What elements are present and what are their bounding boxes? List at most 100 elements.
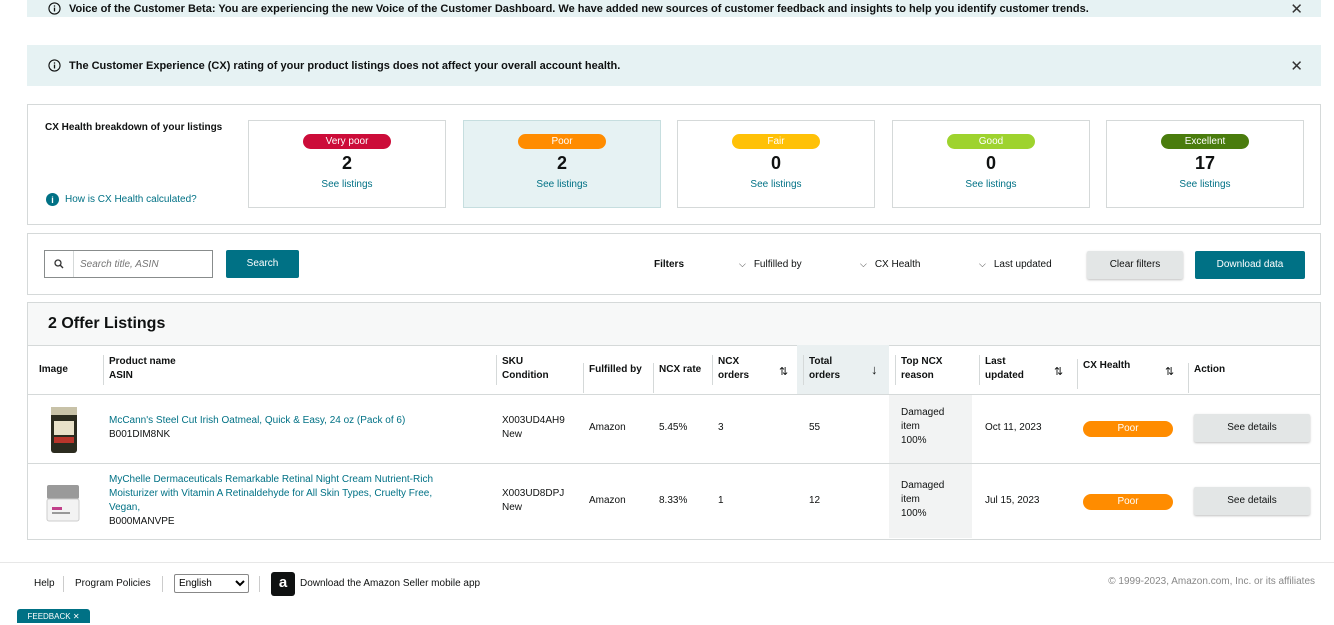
cx-health-label: CX Health bbox=[874, 259, 921, 270]
download-app-link[interactable]: Download the Amazon Seller mobile app bbox=[300, 578, 480, 589]
header-cx-health: CX Health bbox=[1076, 359, 1131, 389]
last-updated-label: Last updated bbox=[993, 259, 1052, 270]
top-ncx-reason: Damaged item 100% bbox=[901, 406, 944, 448]
fair-count: 0 bbox=[770, 153, 781, 173]
top-ncx-reason: Damaged item 100% bbox=[901, 479, 944, 521]
language-select[interactable]: English bbox=[174, 574, 249, 593]
see-listings-link[interactable]: See listings bbox=[893, 179, 1089, 190]
footer-divider bbox=[259, 576, 260, 592]
reason-percent: 100% bbox=[901, 508, 927, 519]
see-details-button[interactable]: See details bbox=[1194, 414, 1310, 442]
cx-note-text: The Customer Experience (CX) rating of y… bbox=[69, 59, 621, 72]
card-very-poor[interactable]: Very poor 2 See listings bbox=[248, 120, 446, 208]
fair-pill: Fair bbox=[732, 134, 820, 149]
header-asin-label: ASIN bbox=[109, 370, 133, 381]
header-condition-label: Condition bbox=[502, 370, 549, 381]
fulfilled-by: Amazon bbox=[589, 495, 626, 506]
condition: New bbox=[502, 429, 523, 440]
close-icon[interactable]: ✕ bbox=[1290, 57, 1303, 75]
copyright: © 1999-2023, Amazon.com, Inc. or its aff… bbox=[1108, 576, 1315, 587]
search-button[interactable]: Search bbox=[226, 250, 299, 278]
condition: New bbox=[502, 502, 523, 513]
header-sku-label: SKU bbox=[502, 356, 524, 367]
card-good[interactable]: Good 0 See listings bbox=[892, 120, 1090, 208]
ncx-orders: 1 bbox=[718, 495, 724, 506]
row-divider bbox=[28, 463, 1320, 464]
asin: B000MANVPE bbox=[109, 516, 175, 527]
see-listings-link[interactable]: See listings bbox=[1107, 179, 1303, 190]
cx-health-badge: Poor bbox=[1083, 421, 1173, 437]
good-pill: Good bbox=[947, 134, 1035, 149]
search-input[interactable] bbox=[74, 257, 212, 271]
filter-bar: Search Filters ⌵ Fulfilled by ⌵ CX Healt… bbox=[27, 233, 1321, 295]
see-listings-link[interactable]: See listings bbox=[249, 179, 445, 190]
header-product-name: Product name ASIN bbox=[103, 355, 176, 385]
footer-divider bbox=[162, 576, 163, 592]
clear-filters-button[interactable]: Clear filters bbox=[1087, 251, 1183, 279]
fulfilled-by: Amazon bbox=[589, 422, 626, 433]
sort-descending-icon[interactable]: ↓ bbox=[871, 362, 878, 377]
good-count: 0 bbox=[985, 153, 996, 173]
header-top-ncx-label: reason bbox=[901, 370, 934, 381]
poor-count: 2 bbox=[556, 153, 567, 173]
header-fulfilled-by: Fulfilled by bbox=[583, 363, 642, 393]
header-image: Image bbox=[39, 364, 68, 375]
reason-line: item bbox=[901, 494, 920, 505]
program-policies-link[interactable]: Program Policies bbox=[75, 578, 151, 589]
fulfilled-by-dropdown[interactable]: ⌵ Fulfilled by bbox=[739, 259, 802, 270]
header-ncx-orders: NCX orders bbox=[711, 355, 749, 385]
asin: B001DIM8NK bbox=[109, 429, 171, 440]
last-updated: Oct 11, 2023 bbox=[985, 422, 1042, 433]
see-listings-link[interactable]: See listings bbox=[464, 179, 660, 190]
reason-line: Damaged bbox=[901, 480, 945, 491]
sort-icon[interactable]: ⇅ bbox=[1054, 365, 1063, 378]
product-name-link[interactable]: MyChelle Dermaceuticals Remarkable Retin… bbox=[109, 473, 433, 515]
cx-note-banner: The Customer Experience (CX) rating of y… bbox=[27, 45, 1321, 86]
last-updated-dropdown[interactable]: ⌵ Last updated bbox=[979, 259, 1052, 270]
header-total-orders: Total orders bbox=[802, 355, 840, 385]
header-last-updated-label: Last bbox=[985, 356, 1006, 367]
card-fair[interactable]: Fair 0 See listings bbox=[677, 120, 875, 208]
cx-health-help-link[interactable]: i How is CX Health calculated? bbox=[46, 193, 197, 206]
row-divider bbox=[28, 394, 1320, 395]
product-name-line: MyChelle Dermaceuticals Remarkable Retin… bbox=[109, 474, 433, 485]
cx-health-dropdown[interactable]: ⌵ CX Health bbox=[860, 259, 920, 270]
product-name-link[interactable]: McCann's Steel Cut Irish Oatmeal, Quick … bbox=[109, 414, 405, 428]
see-details-button[interactable]: See details bbox=[1194, 487, 1310, 515]
info-icon bbox=[48, 2, 61, 15]
very-poor-pill: Very poor bbox=[303, 134, 391, 149]
amazon-app-logo-icon[interactable]: a bbox=[271, 572, 295, 596]
offer-listings-table: 2 Offer Listings Image Product name ASIN… bbox=[27, 302, 1321, 540]
header-top-ncx-reason: Top NCX reason bbox=[894, 355, 943, 385]
close-icon[interactable]: ✕ bbox=[1290, 0, 1303, 18]
sort-icon[interactable]: ⇅ bbox=[1165, 365, 1174, 378]
beta-banner-text: Voice of the Customer Beta: You are expe… bbox=[69, 2, 1089, 15]
card-excellent[interactable]: Excellent 17 See listings bbox=[1106, 120, 1304, 208]
excellent-pill: Excellent bbox=[1161, 134, 1249, 149]
product-thumbnail bbox=[46, 485, 80, 522]
search-box bbox=[44, 250, 213, 278]
header-sku: SKU Condition bbox=[496, 355, 549, 385]
listings-title: 2 Offer Listings bbox=[48, 315, 166, 332]
poor-pill: Poor bbox=[518, 134, 606, 149]
chevron-down-icon: ⌵ bbox=[739, 259, 746, 269]
header-top-ncx-label: Top NCX bbox=[901, 356, 943, 367]
info-icon: i bbox=[46, 193, 59, 206]
see-listings-link[interactable]: See listings bbox=[678, 179, 874, 190]
ncx-rate: 5.45% bbox=[659, 422, 688, 433]
fulfilled-by-label: Fulfilled by bbox=[753, 259, 802, 270]
footer-divider bbox=[63, 576, 64, 592]
header-last-updated-label: updated bbox=[985, 370, 1024, 381]
download-data-button[interactable]: Download data bbox=[1195, 251, 1305, 279]
sort-icon[interactable]: ⇅ bbox=[779, 365, 788, 378]
filters-label: Filters bbox=[654, 259, 685, 270]
header-ncx-rate: NCX rate bbox=[652, 363, 702, 393]
reason-line: item bbox=[901, 421, 920, 432]
sku: X003UD8DPJ bbox=[502, 488, 565, 499]
help-link[interactable]: Help bbox=[34, 578, 55, 589]
reason-line: Damaged bbox=[901, 407, 945, 418]
card-poor[interactable]: Poor 2 See listings bbox=[463, 120, 661, 208]
breakdown-title: CX Health breakdown of your listings bbox=[45, 122, 223, 133]
cx-health-breakdown: CX Health breakdown of your listings i H… bbox=[27, 104, 1321, 225]
total-orders: 55 bbox=[809, 422, 821, 433]
